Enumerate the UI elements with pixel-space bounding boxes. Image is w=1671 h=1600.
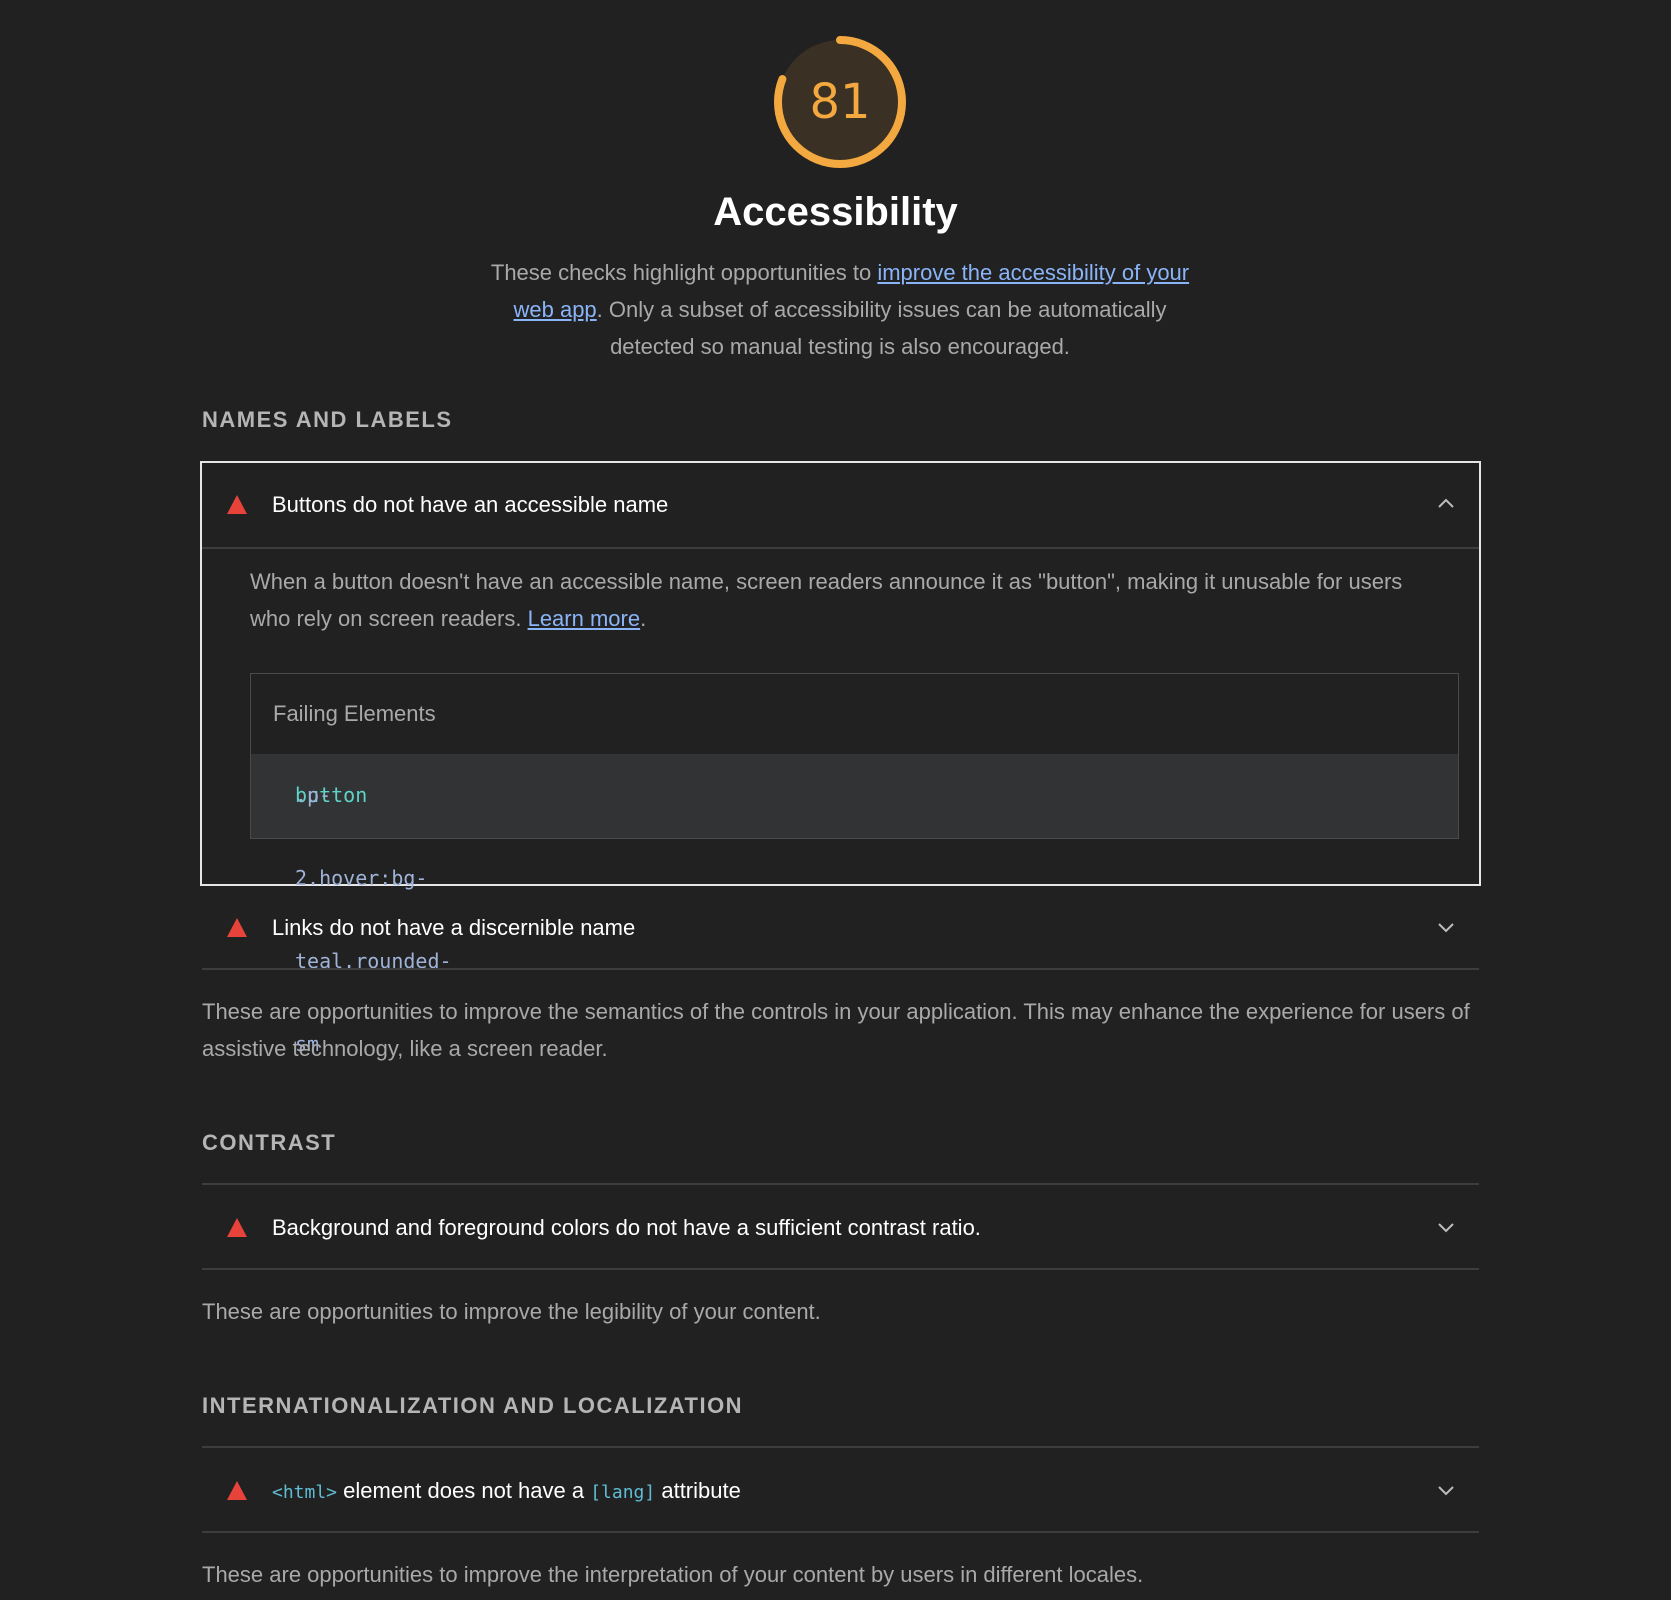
failing-elements-title: Failing Elements	[273, 701, 436, 726]
chevron-down-icon[interactable]	[1435, 1479, 1457, 1501]
section-title-contrast: CONTRAST	[202, 1130, 337, 1155]
audit-text-1: element does not have a	[337, 1478, 591, 1503]
section-footer: These are opportunities to improve the i…	[202, 1562, 1144, 1587]
audit-description: When a button doesn't have an accessible…	[250, 569, 1403, 631]
audit-title: Buttons do not have an accessible name	[272, 492, 669, 517]
audit-title: Links do not have a discernible name	[272, 915, 636, 940]
chevron-down-icon[interactable]	[1435, 1216, 1457, 1238]
audit-text-2: attribute	[655, 1478, 741, 1503]
audit-contrast[interactable]: Background and foreground colors do not …	[202, 1186, 1479, 1270]
fail-triangle-icon	[227, 918, 247, 937]
learn-more-link[interactable]: Learn more	[528, 606, 641, 631]
failing-element-row[interactable]: button .p-2.hover:bg-teal.rounded-sm	[251, 754, 1458, 1056]
failing-elements-table: Failing Elements button .p-2.hover:bg-tea…	[250, 673, 1459, 1056]
page-title: Accessibility	[713, 190, 958, 234]
intro-after: . Only a subset of accessibility issues …	[596, 297, 1167, 359]
intro-before: These checks highlight opportunities to	[490, 260, 878, 285]
code-lang: [lang]	[590, 1482, 656, 1503]
divider	[202, 547, 1479, 549]
description-text: When a button doesn't have an accessible…	[250, 569, 1403, 631]
section-footer: These are opportunities to improve the l…	[202, 1299, 821, 1324]
section-footer: These are opportunities to improve the s…	[202, 999, 1470, 1061]
audit-links[interactable]: Links do not have a discernible name	[202, 886, 1479, 970]
chevron-up-icon[interactable]	[1435, 493, 1457, 515]
score-value: 81	[809, 74, 871, 130]
section-title-i18n: INTERNATIONALIZATION AND LOCALIZATION	[202, 1393, 744, 1418]
audit-title: <html> element does not have a [lang] at…	[272, 1449, 741, 1535]
chevron-down-icon[interactable]	[1435, 916, 1457, 938]
code-html: <html>	[272, 1482, 338, 1503]
fail-triangle-icon	[227, 1218, 247, 1237]
failing-elements-header: Failing Elements	[251, 674, 1458, 754]
divider	[202, 1446, 1479, 1448]
divider	[202, 1183, 1479, 1185]
fail-triangle-icon	[227, 495, 247, 514]
divider	[202, 968, 1479, 970]
divider	[202, 1531, 1479, 1533]
fail-triangle-icon	[227, 1481, 247, 1500]
intro-text: These checks highlight opportunities to …	[470, 254, 1210, 365]
audit-header-buttons[interactable]: Buttons do not have an accessible name	[202, 463, 1479, 547]
divider	[202, 1268, 1479, 1270]
audit-title: Background and foreground colors do not …	[272, 1215, 981, 1240]
section-title-names-labels: NAMES AND LABELS	[202, 407, 453, 432]
audit-html-lang[interactable]: <html> element does not have a [lang] at…	[202, 1449, 1479, 1533]
